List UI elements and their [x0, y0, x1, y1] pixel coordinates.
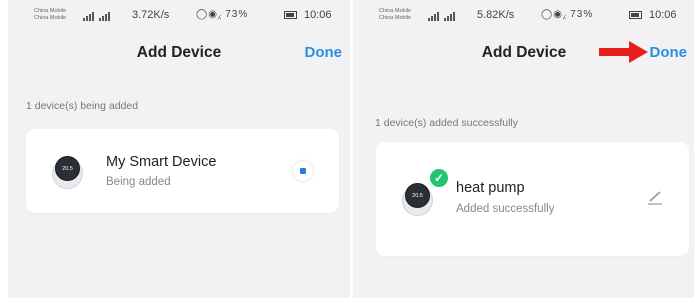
- device-name: heat pump: [456, 180, 525, 196]
- section-label: 1 device(s) being added: [26, 100, 139, 112]
- eye-icon: ◉: [553, 9, 563, 20]
- network-speed: 3.72K/s: [132, 9, 170, 21]
- edit-pencil-icon[interactable]: [646, 188, 664, 206]
- thermostat-icon: 20.5: [50, 153, 84, 191]
- carrier-names: China Mobile China Mobile: [34, 8, 66, 21]
- device-card[interactable]: 20.5 My Smart Device Being added: [26, 129, 339, 213]
- thermostat-display: 20.5: [55, 156, 80, 181]
- signal-icon: [428, 11, 455, 21]
- device-status: Added successfully: [456, 203, 555, 215]
- alarm-icon: ◯: [196, 9, 209, 20]
- clock: 10:06: [304, 9, 332, 21]
- thermostat-icon: 20.5: [400, 180, 434, 218]
- right-phone-screen: China Mobile China Mobile 5.82K/s ◯◉⁁ 73…: [353, 0, 694, 298]
- page-title: Add Device: [136, 44, 222, 61]
- carrier-2: China Mobile: [34, 14, 67, 21]
- left-phone-screen: China Mobile China Mobile 3.72K/s ◯◉⁁ 73…: [8, 0, 350, 298]
- done-button[interactable]: Done: [305, 44, 343, 61]
- bluetooth-icon: ⁁: [217, 9, 222, 20]
- carrier-1: China Mobile: [379, 8, 412, 14]
- status-icons: ◯◉⁁ 73%: [541, 9, 593, 20]
- section-label: 1 device(s) added successfully: [375, 117, 518, 129]
- carrier-1: China Mobile: [34, 8, 67, 14]
- device-card[interactable]: 20.5 ✓ heat pump Added successfully: [376, 142, 689, 256]
- clock: 10:06: [649, 9, 677, 21]
- checkmark-icon: ✓: [430, 169, 448, 187]
- battery-icon: [629, 11, 642, 19]
- done-button[interactable]: Done: [650, 44, 688, 61]
- carrier-names: China Mobile China Mobile: [379, 8, 411, 21]
- status-bar: China Mobile China Mobile 5.82K/s ◯◉⁁ 73…: [353, 0, 694, 30]
- eye-icon: ◉: [208, 9, 218, 20]
- battery-percent: 73%: [570, 9, 594, 20]
- bluetooth-icon: ⁁: [562, 9, 567, 20]
- battery-percent: 73%: [225, 9, 249, 20]
- thermostat-display: 20.5: [405, 183, 430, 208]
- device-name: My Smart Device: [106, 154, 217, 170]
- alarm-icon: ◯: [541, 9, 554, 20]
- status-bar: China Mobile China Mobile 3.72K/s ◯◉⁁ 73…: [8, 0, 350, 30]
- signal-icon: [83, 11, 110, 21]
- device-status: Being added: [106, 176, 171, 188]
- loading-spinner-icon: [293, 161, 313, 181]
- network-speed: 5.82K/s: [477, 9, 515, 21]
- battery-icon: [284, 11, 297, 19]
- red-arrow-icon: [599, 41, 648, 63]
- carrier-2: China Mobile: [379, 14, 412, 21]
- status-icons: ◯◉⁁ 73%: [196, 9, 248, 20]
